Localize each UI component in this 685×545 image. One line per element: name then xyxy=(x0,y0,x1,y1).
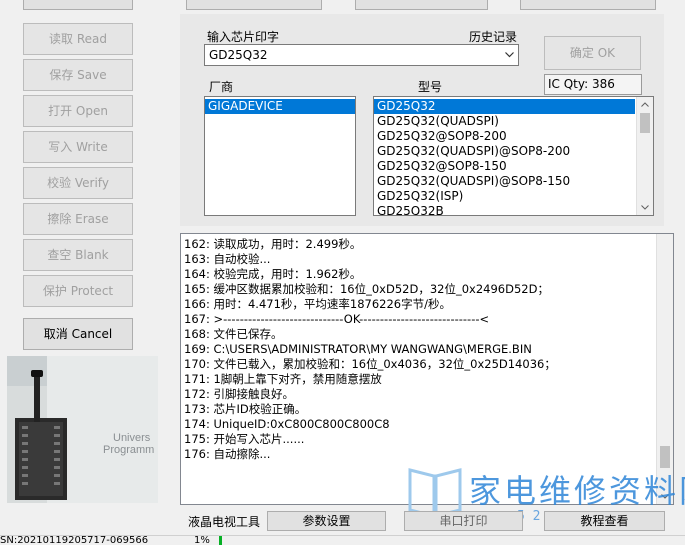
open-button[interactable]: 打开 Open xyxy=(23,95,133,127)
model-list[interactable]: GD25Q32 GD25Q32(QUADSPI) GD25Q32@SOP8-20… xyxy=(373,96,654,216)
chevron-down-icon[interactable] xyxy=(505,52,514,58)
scroll-up-icon[interactable] xyxy=(641,102,649,107)
photo-text-2: Programm xyxy=(103,444,155,456)
log-line: 164: 校验完成，用时：1.962秒。 xyxy=(184,267,362,281)
serial-print-button[interactable]: 串口打印 xyxy=(404,511,523,531)
tutorial-button[interactable]: 教程查看 xyxy=(544,511,665,531)
zif-socket-icon xyxy=(7,356,158,503)
log-line: 165: 缓冲区数据累加校验和：16位_0xD52D，32位_0x2496D52… xyxy=(184,282,549,296)
model-list-scrollbar[interactable] xyxy=(636,97,653,215)
scroll-down-icon[interactable] xyxy=(641,205,649,210)
confirm-ok-button[interactable]: 确定 OK xyxy=(544,36,641,70)
top-button-3[interactable] xyxy=(355,0,488,10)
log-line: 167: >-----------------------------OK---… xyxy=(184,312,490,326)
log-line: 173: 芯片ID校验正确。 xyxy=(184,402,307,416)
model-list-item[interactable]: GD25Q32(ISP) xyxy=(374,189,653,204)
model-list-item[interactable]: GD25Q32 xyxy=(374,99,635,114)
vendor-label: 厂商 xyxy=(209,80,234,94)
model-label: 型号 xyxy=(418,80,443,94)
top-button-1[interactable] xyxy=(23,0,133,10)
write-button[interactable]: 写入 Write xyxy=(23,131,133,163)
log-line: 176: 自动擦除... xyxy=(184,447,271,461)
save-button[interactable]: 保存 Save xyxy=(23,59,133,91)
vendor-list[interactable]: GIGADEVICE xyxy=(204,96,356,216)
top-button-4[interactable] xyxy=(520,0,656,10)
log-line: 166: 用时：4.471秒，平均速率1876226字节/秒。 xyxy=(184,297,451,311)
lcd-tool-label[interactable]: 液晶电视工具 xyxy=(188,513,260,530)
chip-name-combobox[interactable]: GD25Q32 xyxy=(204,44,519,66)
log-line: 175: 开始写入芯片...... xyxy=(184,432,305,446)
erase-button[interactable]: 擦除 Erase xyxy=(23,203,133,235)
log-line: 163: 自动校验... xyxy=(184,252,271,266)
log-line: 172: 引脚接触良好。 xyxy=(184,387,294,401)
model-list-item[interactable]: GD25Q32@SOP8-200 xyxy=(374,129,653,144)
model-list-item[interactable]: GD25Q32(QUADSPI) xyxy=(374,114,653,129)
watermark-text: 家电维修资料网 xyxy=(469,472,685,510)
params-button[interactable]: 参数设置 xyxy=(267,511,386,531)
log-line: 169: C:\USERS\ADMINISTRATOR\MY WANGWANG\… xyxy=(184,342,532,356)
model-list-item[interactable]: GD25Q32(QUADSPI)@SOP8-200 xyxy=(374,144,653,159)
scroll-thumb[interactable] xyxy=(640,113,650,133)
model-list-item[interactable]: GD25Q32B xyxy=(374,204,653,215)
chip-name-value: GD25Q32 xyxy=(209,48,268,62)
log-scrollbar[interactable] xyxy=(656,234,673,504)
log-line: 174: UniqueID:0xC800C800C800C8 xyxy=(184,417,390,431)
log-line: 162: 读取成功，用时：2.499秒。 xyxy=(184,237,362,251)
read-button[interactable]: 读取 Read xyxy=(23,23,133,55)
blank-button[interactable]: 查空 Blank xyxy=(23,239,133,271)
top-button-2[interactable] xyxy=(186,0,322,10)
protect-button[interactable]: 保护 Protect xyxy=(23,275,133,307)
scroll-thumb[interactable] xyxy=(660,446,670,468)
log-line: 171: 1脚朝上靠下对齐，禁用随意摆放 xyxy=(184,372,382,386)
cancel-button[interactable]: 取消 Cancel xyxy=(23,318,133,350)
chip-input-label: 输入芯片印字 xyxy=(207,30,280,44)
log-line: 168: 文件已保存。 xyxy=(184,327,283,341)
model-list-item[interactable]: GD25Q32(QUADSPI)@SOP8-150 xyxy=(374,174,653,189)
log-line: 170: 文件已载入，累加校验和：16位_0x4036，32位_0x25D140… xyxy=(184,357,556,371)
photo-text-1: Univers xyxy=(113,432,151,444)
vendor-list-item[interactable]: GIGADEVICE xyxy=(205,99,355,114)
ic-qty-display: IC Qty: 386 xyxy=(544,74,642,95)
verify-button[interactable]: 校验 Verify xyxy=(23,167,133,199)
model-list-item[interactable]: GD25Q32@SOP8-150 xyxy=(374,159,653,174)
history-label: 历史记录 xyxy=(469,30,518,44)
programmer-photo: Univers Programm xyxy=(7,356,158,503)
